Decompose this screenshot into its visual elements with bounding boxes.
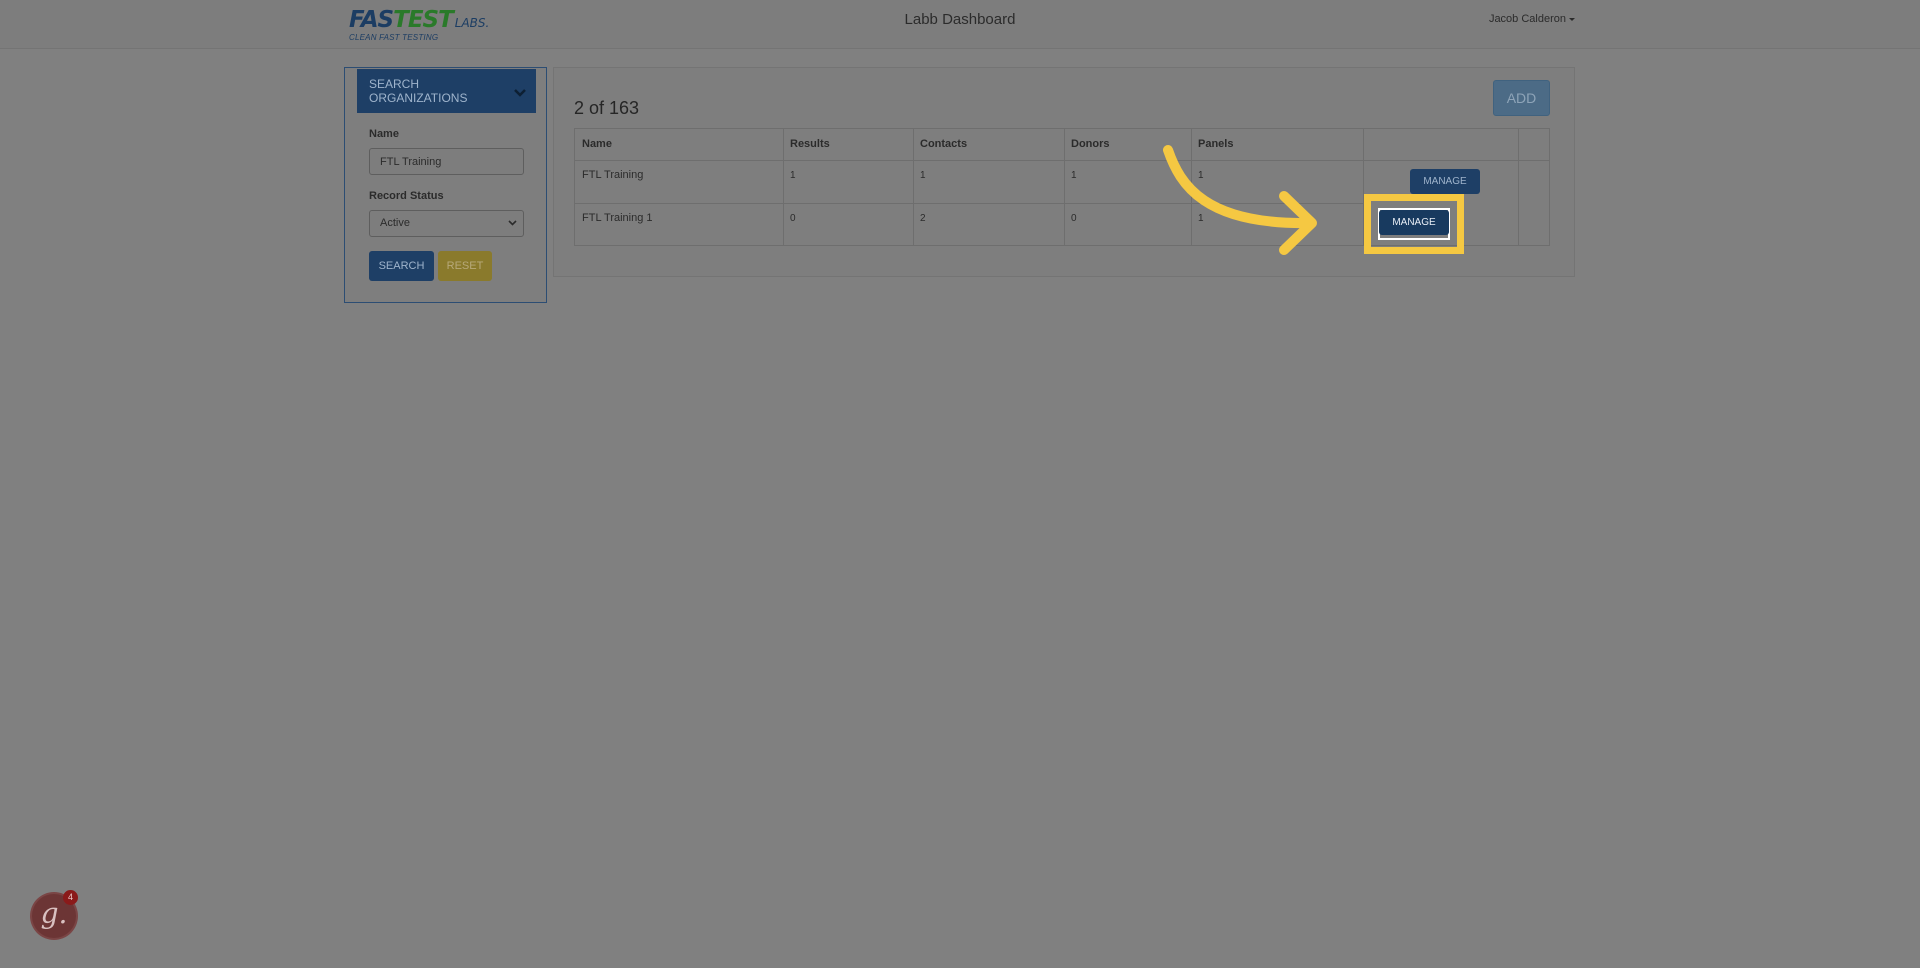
row-1-donors: 1 bbox=[1071, 170, 1077, 181]
row-2-manage-button[interactable]: MANAGE bbox=[1379, 210, 1449, 235]
column-header-name[interactable]: Name bbox=[582, 138, 612, 150]
search-panel-title: SEARCH ORGANIZATIONS bbox=[369, 77, 468, 105]
row-2-name: FTL Training 1 bbox=[582, 212, 653, 224]
guide-logo-icon: g. bbox=[40, 897, 68, 930]
search-button[interactable]: SEARCH bbox=[369, 251, 434, 281]
user-name: Jacob Calderon bbox=[1488, 13, 1566, 25]
add-button[interactable]: ADD bbox=[1493, 80, 1550, 116]
column-header-results[interactable]: Results bbox=[790, 138, 830, 150]
row-2-results: 0 bbox=[790, 213, 796, 224]
top-navbar: FASTEST LABS. CLEAN FAST TESTING Labb Das… bbox=[0, 0, 1920, 49]
search-organizations-panel: SEARCH ORGANIZATIONS Name Record Status … bbox=[344, 67, 547, 303]
column-header-donors[interactable]: Donors bbox=[1071, 138, 1110, 150]
chevron-down-icon bbox=[514, 89, 526, 97]
caret-down-icon bbox=[1569, 17, 1575, 21]
curved-arrow-icon bbox=[1163, 145, 1317, 255]
search-panel-toggle[interactable]: SEARCH ORGANIZATIONS bbox=[357, 69, 536, 113]
row-2-donors: 0 bbox=[1071, 213, 1077, 224]
row-1-results: 1 bbox=[790, 170, 796, 181]
guide-notification-badge: 4 bbox=[63, 890, 78, 905]
row-1-contacts: 1 bbox=[920, 170, 926, 181]
column-header-contacts[interactable]: Contacts bbox=[920, 138, 967, 150]
reset-button[interactable]: RESET bbox=[438, 251, 492, 281]
record-status-value: Active bbox=[380, 217, 410, 229]
name-input[interactable] bbox=[369, 148, 524, 175]
record-status-select[interactable]: Active bbox=[369, 210, 524, 237]
row-1-name: FTL Training bbox=[582, 169, 644, 181]
result-count: 2 of 163 bbox=[574, 98, 640, 118]
name-label: Name bbox=[369, 128, 399, 140]
chevron-down-icon bbox=[508, 220, 517, 226]
user-menu[interactable]: Jacob Calderon bbox=[1489, 13, 1575, 25]
row-2-contacts: 2 bbox=[920, 213, 926, 224]
record-status-label: Record Status bbox=[369, 190, 444, 202]
guide-launcher-button[interactable]: g. 4 bbox=[32, 890, 78, 938]
page-title: Labb Dashboard bbox=[904, 11, 1016, 28]
row-1-manage-button[interactable]: MANAGE bbox=[1410, 169, 1480, 194]
